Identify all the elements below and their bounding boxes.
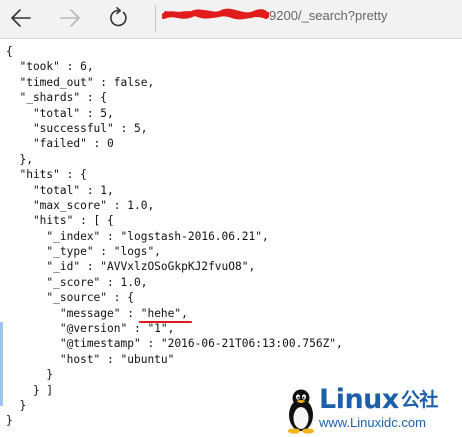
json-line: "_type" : "logs", [6,245,161,259]
json-line: "total" : 5, [6,106,114,120]
json-line: } [6,368,54,382]
json-line: "hits" : [ { [6,214,114,228]
json-line: "@timestamp" : "2016-06-21T06:13:00.756Z… [6,337,343,351]
watermark-logo: Linux 公社 www.Linuxidc.com [285,385,462,437]
json-line: "_source" : { [6,291,134,305]
json-line: "_index" : "logstash-2016.06.21", [6,229,269,243]
json-line: "max_score" : 1.0, [6,198,155,212]
json-response: { "took" : 6, "timed_out" : false, "_sha… [0,44,343,429]
json-line: "took" : 6, [6,60,94,74]
json-line: "failed" : 0 [6,137,114,151]
address-bar[interactable]: 9200/_search?pretty [162,7,452,29]
window-edge-strip [0,322,3,406]
json-line: "message" : "hehe", [6,306,193,324]
json-line: { [6,45,13,58]
redacted-host [162,8,269,21]
refresh-button[interactable] [103,3,133,33]
json-line: "hits" : { [6,168,87,182]
json-line: "@version" : "1", [6,322,175,336]
toolbar-separator [155,5,156,32]
address-text: 9200/_search?pretty [269,8,388,23]
json-line: "total" : 1, [6,183,114,197]
arrow-right-icon [60,9,80,27]
json-line: "_id" : "AVVxlzOSoGkpKJ2fvuO8", [6,260,256,274]
json-line: "_shards" : { [6,91,108,105]
watermark-url: www.Linuxidc.com [319,415,426,430]
json-line: "_score" : 1.0, [6,275,148,289]
json-line: }, [6,152,33,166]
watermark-title: Linux 公社 [319,384,438,415]
forward-button[interactable] [55,3,85,33]
arrow-left-icon [11,9,31,27]
back-button[interactable] [6,3,36,33]
highlighted-value: "hehe", [138,306,193,324]
penguin-icon [288,389,314,434]
browser-toolbar: 9200/_search?pretty [0,0,462,39]
refresh-icon [110,7,127,27]
json-line: "successful" : 5, [6,121,148,135]
json-line: "timed_out" : false, [6,75,155,89]
json-line: "host" : "ubuntu" [6,352,175,366]
